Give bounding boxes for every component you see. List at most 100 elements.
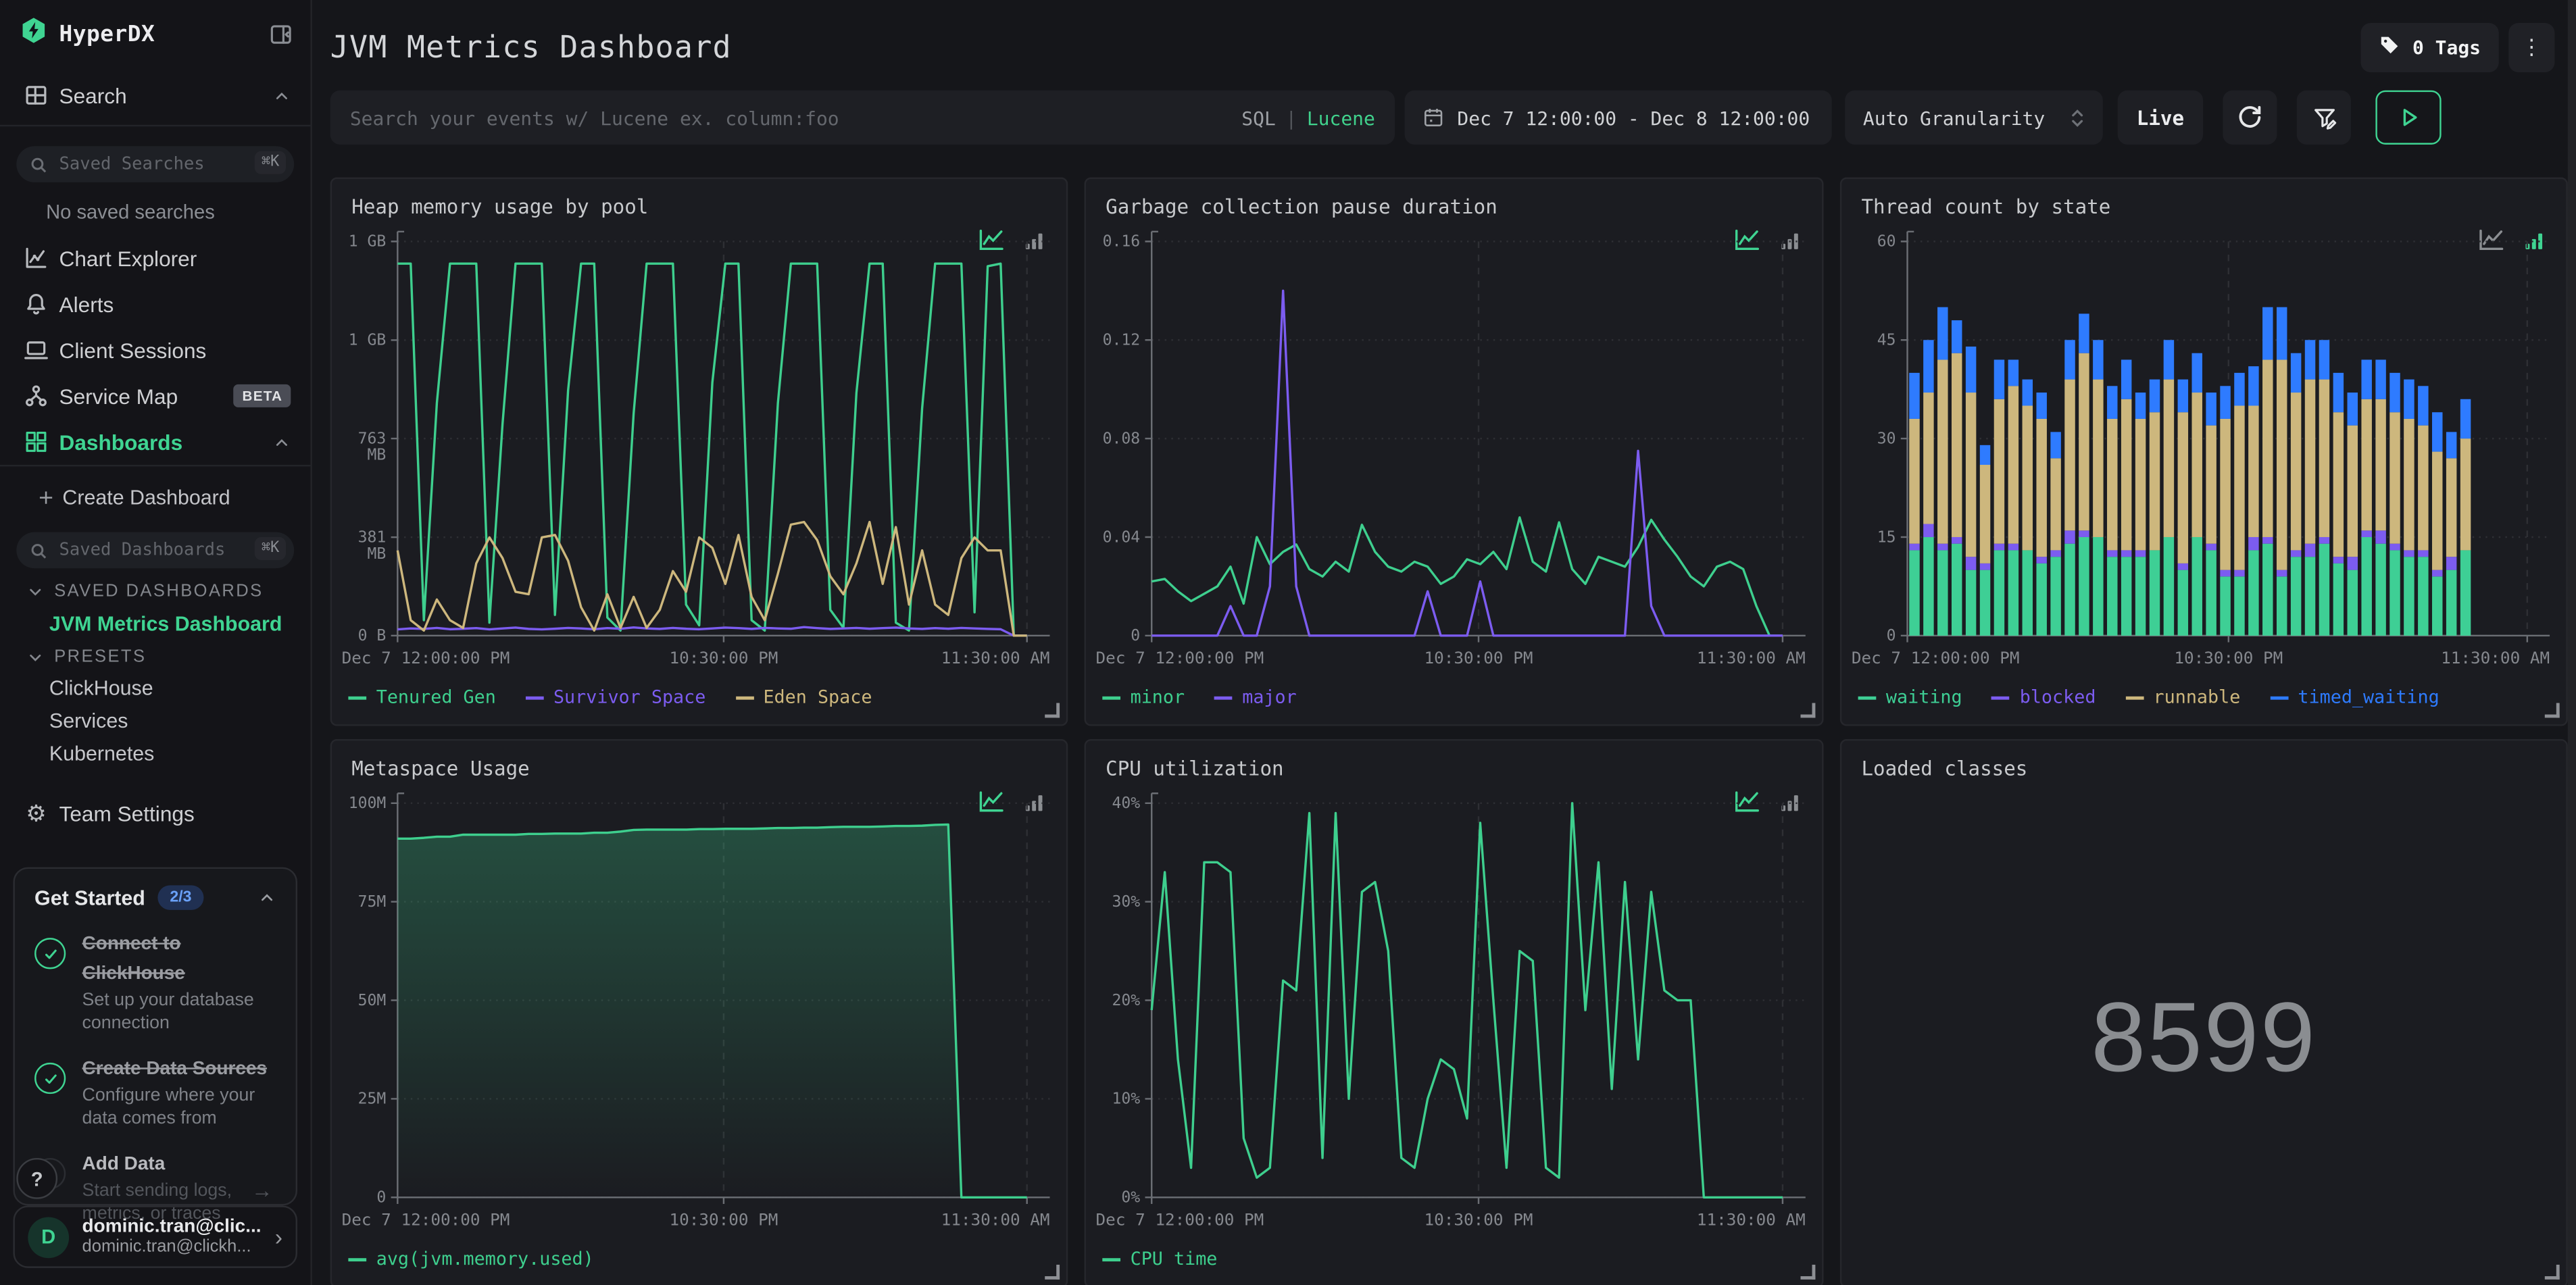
run-query-button[interactable] [2375, 90, 2442, 145]
legend-item[interactable]: CPU time [1102, 1249, 1217, 1269]
chart-plot[interactable]: 0.16 0.12 0.08 0.04 0 Dec 7 12:00:00 PM 10:30:… [1096, 225, 1816, 682]
resize-handle[interactable] [1800, 1264, 1816, 1280]
sidebar-dashboard-services[interactable]: Services [49, 709, 128, 732]
svg-text:Dec 7 12:00:00 PM: Dec 7 12:00:00 PM [1096, 1210, 1264, 1230]
event-search-box: SQL | Lucene [330, 90, 1395, 145]
legend-item[interactable]: timed_waiting [2270, 686, 2439, 708]
table-icon [23, 82, 49, 109]
legend-item[interactable]: Tenured Gen [348, 686, 496, 708]
section-header-presets[interactable]: PRESETS [26, 647, 297, 667]
svg-text:1 GB: 1 GB [349, 332, 387, 349]
tag-icon [2379, 34, 2401, 61]
event-search-input[interactable] [330, 90, 1395, 145]
sidebar-item-dashboards[interactable]: Dashboards [0, 422, 310, 461]
chart-plot[interactable]: 60 45 30 15 0 Dec 7 12:00:00 PM 10:30:00 PM 11:… [1852, 225, 2560, 682]
svg-text:381MB: 381 MB [358, 528, 387, 562]
granularity-select[interactable]: Auto Granularity [1845, 90, 2103, 145]
legend-swatch [1102, 695, 1121, 699]
legend-item[interactable]: runnable [2125, 686, 2240, 708]
chart-plot[interactable]: 1 GB 1 GB 763 MB 381 MB 0 B Dec 7 12:00:00 PM 10… [342, 225, 1060, 682]
resize-handle[interactable] [1045, 703, 1060, 718]
legend-item[interactable]: Eden Space [735, 686, 872, 708]
resize-handle[interactable] [2544, 1264, 2560, 1280]
sidebar-dashboard-kubernetes[interactable]: Kubernetes [49, 742, 154, 765]
sidebar-item-team-settings[interactable]: ⚙ Team Settings [0, 793, 310, 832]
svg-text:45: 45 [1877, 332, 1896, 349]
chevron-up-icon[interactable] [258, 888, 276, 907]
collapse-sidebar-icon[interactable] [268, 22, 294, 48]
chart-legend: avg(jvm.memory.used) [348, 1249, 594, 1269]
divider [0, 124, 311, 127]
sidebar-item-chart-explorer[interactable]: Chart Explorer [0, 238, 310, 278]
legend-item[interactable]: blocked [1991, 686, 2096, 708]
svg-text:10:30:00 PM: 10:30:00 PM [669, 648, 778, 667]
tags-button[interactable]: 0 Tags [2361, 23, 2499, 72]
resize-handle[interactable] [2544, 703, 2560, 718]
legend-item[interactable]: avg(jvm.memory.used) [348, 1249, 594, 1269]
svg-text:11:30:00 AM: 11:30:00 AM [1697, 648, 1806, 667]
chart-panel-1: Heap memory usage by pool 1 GB 1 GB 763 MB 38… [330, 177, 1068, 726]
user-menu[interactable]: D dominic.tran@clic... dominic.tran@clic… [13, 1205, 298, 1268]
live-button[interactable]: Live [2117, 90, 2204, 145]
legend-swatch [1991, 695, 2010, 699]
sidebar-item-search[interactable]: Search [0, 76, 310, 115]
svg-text:Dec 7 12:00:00 PM: Dec 7 12:00:00 PM [1852, 648, 2020, 667]
svg-text:0: 0 [1131, 627, 1140, 645]
user-email: dominic.tran@clickh... [82, 1236, 251, 1257]
hierarchy-icon [23, 382, 49, 409]
brand-row: HyperDX [20, 18, 294, 51]
get-started-task[interactable]: Create Data Sources Configure where your … [34, 1053, 276, 1131]
vertical-scrollbar[interactable] [2567, 0, 2576, 1285]
legend-item[interactable]: major [1214, 686, 1297, 708]
saved-searches-input[interactable] [16, 146, 295, 182]
chart-plot[interactable]: 100M 75M 50M 25M 0 Dec 7 12:00:00 PM 10:30:00 … [342, 787, 1060, 1244]
get-started-task[interactable]: Connect to ClickHouse Set up your databas… [34, 928, 276, 1035]
legend-swatch [348, 1257, 367, 1261]
legend-item[interactable]: waiting [1858, 686, 1962, 708]
chart-panel-5: CPU utilization 40% 30% 20% 10% 0% Dec 7 12:00… [1084, 739, 1824, 1285]
legend-item[interactable]: Survivor Space [525, 686, 705, 708]
sidebar-dashboard-clickhouse[interactable]: ClickHouse [49, 677, 153, 700]
refresh-button[interactable] [2223, 90, 2277, 145]
sidebar-item-service-map[interactable]: Service Map BETA [0, 376, 310, 415]
chart-title: Garbage collection pause duration [1106, 195, 1497, 219]
gear-icon: ⚙ [26, 799, 47, 826]
brand-name: HyperDX [59, 21, 155, 48]
filter-button[interactable] [2296, 90, 2351, 145]
overflow-menu-button[interactable]: ⋮ [2508, 23, 2555, 72]
legend-swatch [2125, 695, 2144, 699]
lucene-toggle[interactable]: Lucene [1307, 106, 1375, 129]
sidebar-item-client-sessions[interactable]: Client Sessions [0, 330, 310, 370]
legend-swatch [1858, 695, 1877, 699]
get-started-title: Get Started [34, 886, 145, 909]
legend-swatch [1214, 695, 1233, 699]
sql-toggle[interactable]: SQL [1241, 106, 1276, 129]
create-dashboard-button[interactable]: Create Dashboard [0, 478, 310, 517]
sidebar-dashboard-jvm-metrics-dashboard[interactable]: JVM Metrics Dashboard [49, 613, 282, 636]
avatar: D [28, 1216, 70, 1258]
svg-text:0.12: 0.12 [1103, 332, 1141, 349]
sidebar-item-alerts[interactable]: Alerts [0, 284, 310, 324]
legend-item[interactable]: minor [1102, 686, 1185, 708]
chart-panel-6: Loaded classes 8599 [1839, 739, 2568, 1285]
section-header-saved-dashboards[interactable]: SAVED DASHBOARDS [26, 582, 297, 601]
resize-handle[interactable] [1800, 703, 1816, 718]
chart-panel-3: Thread count by state 60 45 30 15 0 Dec 7 12:0… [1839, 177, 2568, 726]
shortcut-badge: ⌘K [255, 536, 287, 561]
help-button[interactable]: ? [16, 1157, 58, 1199]
svg-text:0: 0 [1887, 627, 1896, 645]
time-range-picker[interactable]: Dec 7 12:00:00 - Dec 8 12:00:00 [1404, 90, 1832, 145]
resize-handle[interactable] [1045, 1264, 1060, 1280]
chart-legend: minor major [1102, 686, 1297, 708]
svg-text:0.16: 0.16 [1103, 233, 1141, 251]
svg-text:0.04: 0.04 [1103, 528, 1141, 546]
legend-swatch [735, 695, 753, 699]
svg-text:30: 30 [1877, 430, 1896, 447]
chevron-right-icon: › [274, 1224, 283, 1251]
svg-text:Dec 7 12:00:00 PM: Dec 7 12:00:00 PM [342, 1210, 510, 1230]
saved-dashboards-input[interactable] [16, 532, 295, 569]
chart-plot[interactable]: 40% 30% 20% 10% 0% Dec 7 12:00:00 PM 10:30:00 … [1096, 787, 1816, 1244]
bell-icon [23, 291, 49, 317]
logo-icon [20, 16, 47, 52]
chart-line-icon [23, 245, 49, 271]
